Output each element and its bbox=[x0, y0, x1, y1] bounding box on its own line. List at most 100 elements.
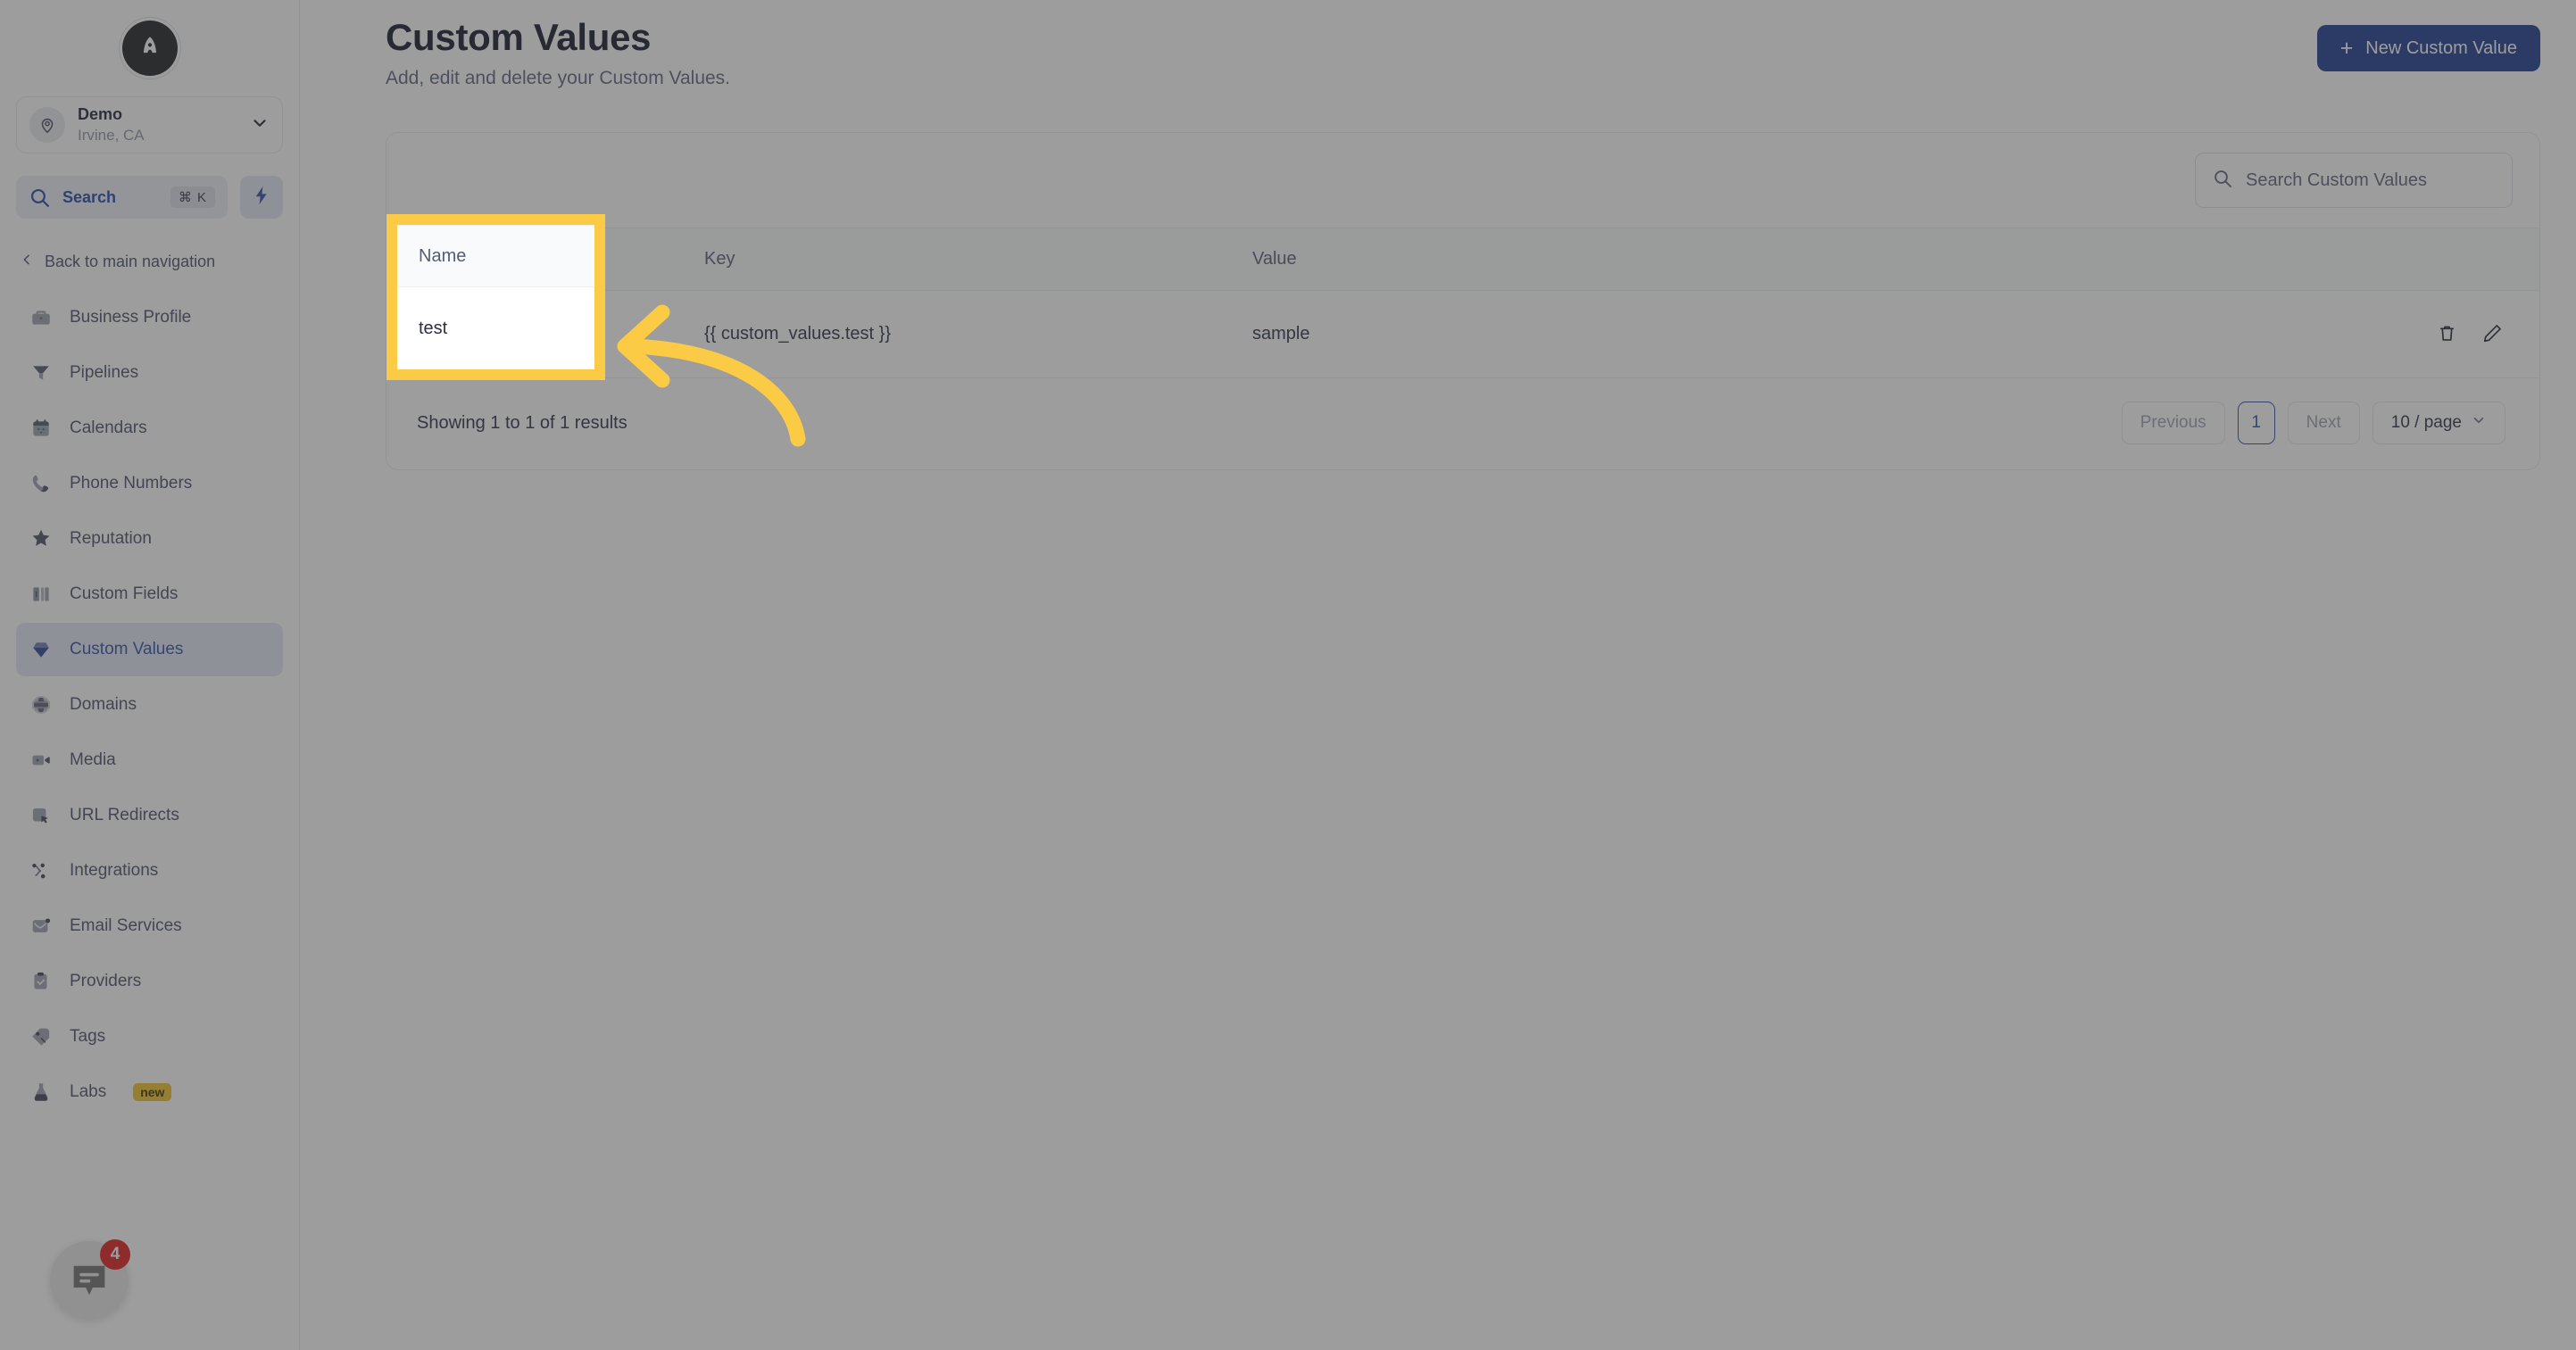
table-footer: Showing 1 to 1 of 1 results Previous 1 N… bbox=[386, 378, 2539, 469]
spotlight-cell-value: test bbox=[397, 287, 594, 369]
table-header-row: Name Key Value bbox=[386, 228, 2539, 291]
star-icon bbox=[29, 526, 54, 551]
location-sub: Irvine, CA bbox=[78, 126, 145, 144]
table-row[interactable]: test {{ custom_values.test }} sample bbox=[386, 290, 2539, 378]
plus-icon: + bbox=[2339, 35, 2354, 61]
tag-icon bbox=[29, 1024, 54, 1049]
calendar-icon bbox=[29, 416, 54, 441]
cell-actions bbox=[2406, 290, 2539, 378]
briefcase-icon bbox=[29, 305, 54, 330]
globe-icon bbox=[29, 692, 54, 717]
search-input[interactable]: Search ⌘ K bbox=[16, 176, 228, 219]
previous-page-button[interactable]: Previous bbox=[2121, 402, 2225, 444]
search-label: Search bbox=[62, 187, 117, 206]
page-subtitle: Add, edit and delete your Custom Values. bbox=[386, 68, 731, 88]
cell-key: {{ custom_values.test }} bbox=[627, 290, 1181, 378]
trash-icon bbox=[2436, 322, 2458, 347]
sidebar-item-label: Providers bbox=[70, 972, 142, 990]
card-toolbar bbox=[386, 133, 2539, 228]
sidebar-item-custom-values[interactable]: Custom Values bbox=[16, 623, 283, 676]
sidebar-item-email-services[interactable]: Email Services bbox=[16, 899, 283, 953]
sidebar-item-pipelines[interactable]: Pipelines bbox=[16, 346, 283, 400]
results-count: Showing 1 to 1 of 1 results bbox=[417, 412, 627, 433]
page-size-select[interactable]: 10 / page bbox=[2372, 402, 2505, 444]
video-icon bbox=[29, 748, 54, 773]
sidebar-item-phone-numbers[interactable]: Phone Numbers bbox=[16, 457, 283, 510]
app-root: Demo Irvine, CA Search ⌘ K Back to main … bbox=[0, 0, 2576, 1350]
sidebar-nav: Business Profile Pipelines Calendars Pho… bbox=[16, 291, 283, 1119]
sidebar-item-tags[interactable]: Tags bbox=[16, 1010, 283, 1064]
back-to-main-navigation[interactable]: Back to main navigation bbox=[16, 253, 283, 271]
sidebar-item-label: URL Redirects bbox=[70, 806, 179, 824]
envelope-icon bbox=[29, 914, 54, 939]
column-header-key[interactable]: Key bbox=[627, 228, 1181, 291]
sidebar-search-row: Search ⌘ K bbox=[16, 176, 283, 219]
app-logo[interactable] bbox=[16, 0, 283, 96]
nodes-icon bbox=[29, 858, 54, 883]
new-custom-value-button[interactable]: + New Custom Value bbox=[2316, 25, 2540, 71]
sidebar-item-domains[interactable]: Domains bbox=[16, 678, 283, 732]
sidebar-item-calendars[interactable]: Calendars bbox=[16, 402, 283, 455]
cell-value: sample bbox=[1181, 290, 2406, 378]
sidebar-item-label: Reputation bbox=[70, 529, 152, 548]
chevron-left-icon bbox=[20, 253, 34, 271]
next-page-button[interactable]: Next bbox=[2287, 402, 2360, 444]
sidebar-item-reputation[interactable]: Reputation bbox=[16, 512, 283, 566]
lightning-bolt-icon bbox=[251, 185, 272, 211]
sidebar-item-label: Phone Numbers bbox=[70, 474, 193, 493]
new-custom-value-label: New Custom Value bbox=[2365, 37, 2517, 58]
pagination: Previous 1 Next 10 / page bbox=[2121, 402, 2505, 444]
highlighted-name-column: Name test bbox=[397, 225, 594, 369]
columns-icon bbox=[29, 582, 54, 607]
funnel-icon bbox=[29, 360, 54, 385]
edit-row-button[interactable] bbox=[2480, 320, 2505, 349]
chevron-down-icon bbox=[2471, 412, 2487, 434]
search-input[interactable] bbox=[2246, 170, 2496, 191]
search-shortcut: ⌘ K bbox=[170, 186, 215, 208]
sidebar-item-label: Email Services bbox=[70, 916, 182, 935]
delete-row-button[interactable] bbox=[2434, 320, 2460, 349]
chat-unread-count: 4 bbox=[100, 1239, 130, 1270]
search-icon bbox=[29, 186, 51, 209]
location-pin-icon bbox=[29, 107, 65, 143]
search-icon bbox=[2212, 168, 2233, 194]
sidebar-item-media[interactable]: Media bbox=[16, 733, 283, 787]
search-custom-values-field[interactable] bbox=[2195, 153, 2513, 208]
sidebar-item-label: Pipelines bbox=[70, 363, 139, 382]
page-title: Custom Values bbox=[386, 16, 652, 58]
location-switcher[interactable]: Demo Irvine, CA bbox=[16, 96, 283, 153]
sidebar-item-label: Media bbox=[70, 750, 116, 769]
sidebar-item-label: Custom Values bbox=[70, 640, 184, 658]
sidebar-item-custom-fields[interactable]: Custom Fields bbox=[16, 567, 283, 621]
page-size-label: 10 / page bbox=[2390, 413, 2462, 432]
spotlight-column-header: Name bbox=[397, 225, 594, 287]
labs-new-badge: new bbox=[133, 1083, 172, 1101]
sidebar-item-url-redirects[interactable]: URL Redirects bbox=[16, 789, 283, 842]
sidebar-item-label: Business Profile bbox=[70, 308, 192, 327]
sidebar-item-label: Calendars bbox=[70, 418, 147, 437]
sidebar-item-business-profile[interactable]: Business Profile bbox=[16, 291, 283, 344]
page-header: Custom Values Add, edit and delete your … bbox=[386, 16, 2540, 89]
sidebar-item-label: Domains bbox=[70, 695, 137, 714]
column-header-actions bbox=[2406, 228, 2539, 291]
gem-icon bbox=[29, 637, 54, 662]
page-number-1[interactable]: 1 bbox=[2237, 402, 2275, 444]
custom-values-card: Name Key Value test {{ custom_values.tes… bbox=[386, 132, 2540, 470]
back-label: Back to main navigation bbox=[45, 253, 216, 270]
sidebar-item-label: Integrations bbox=[70, 861, 159, 880]
chevron-down-icon bbox=[250, 113, 270, 137]
sidebar-item-label: Tags bbox=[70, 1027, 106, 1046]
location-name: Demo bbox=[78, 105, 123, 124]
sidebar-item-labs[interactable]: Labs new bbox=[16, 1065, 283, 1119]
phone-icon bbox=[29, 471, 54, 496]
main-content: Custom Values Add, edit and delete your … bbox=[300, 0, 2576, 1350]
sidebar-item-providers[interactable]: Providers bbox=[16, 955, 283, 1008]
quick-actions-button[interactable] bbox=[240, 176, 283, 219]
pencil-icon bbox=[2481, 322, 2504, 347]
clipboard-check-icon bbox=[29, 969, 54, 994]
flask-icon bbox=[29, 1080, 54, 1105]
sidebar-item-label: Labs bbox=[70, 1082, 107, 1101]
column-header-value[interactable]: Value bbox=[1181, 228, 2406, 291]
sidebar-item-integrations[interactable]: Integrations bbox=[16, 844, 283, 898]
chat-widget-button[interactable]: 4 bbox=[50, 1239, 130, 1320]
